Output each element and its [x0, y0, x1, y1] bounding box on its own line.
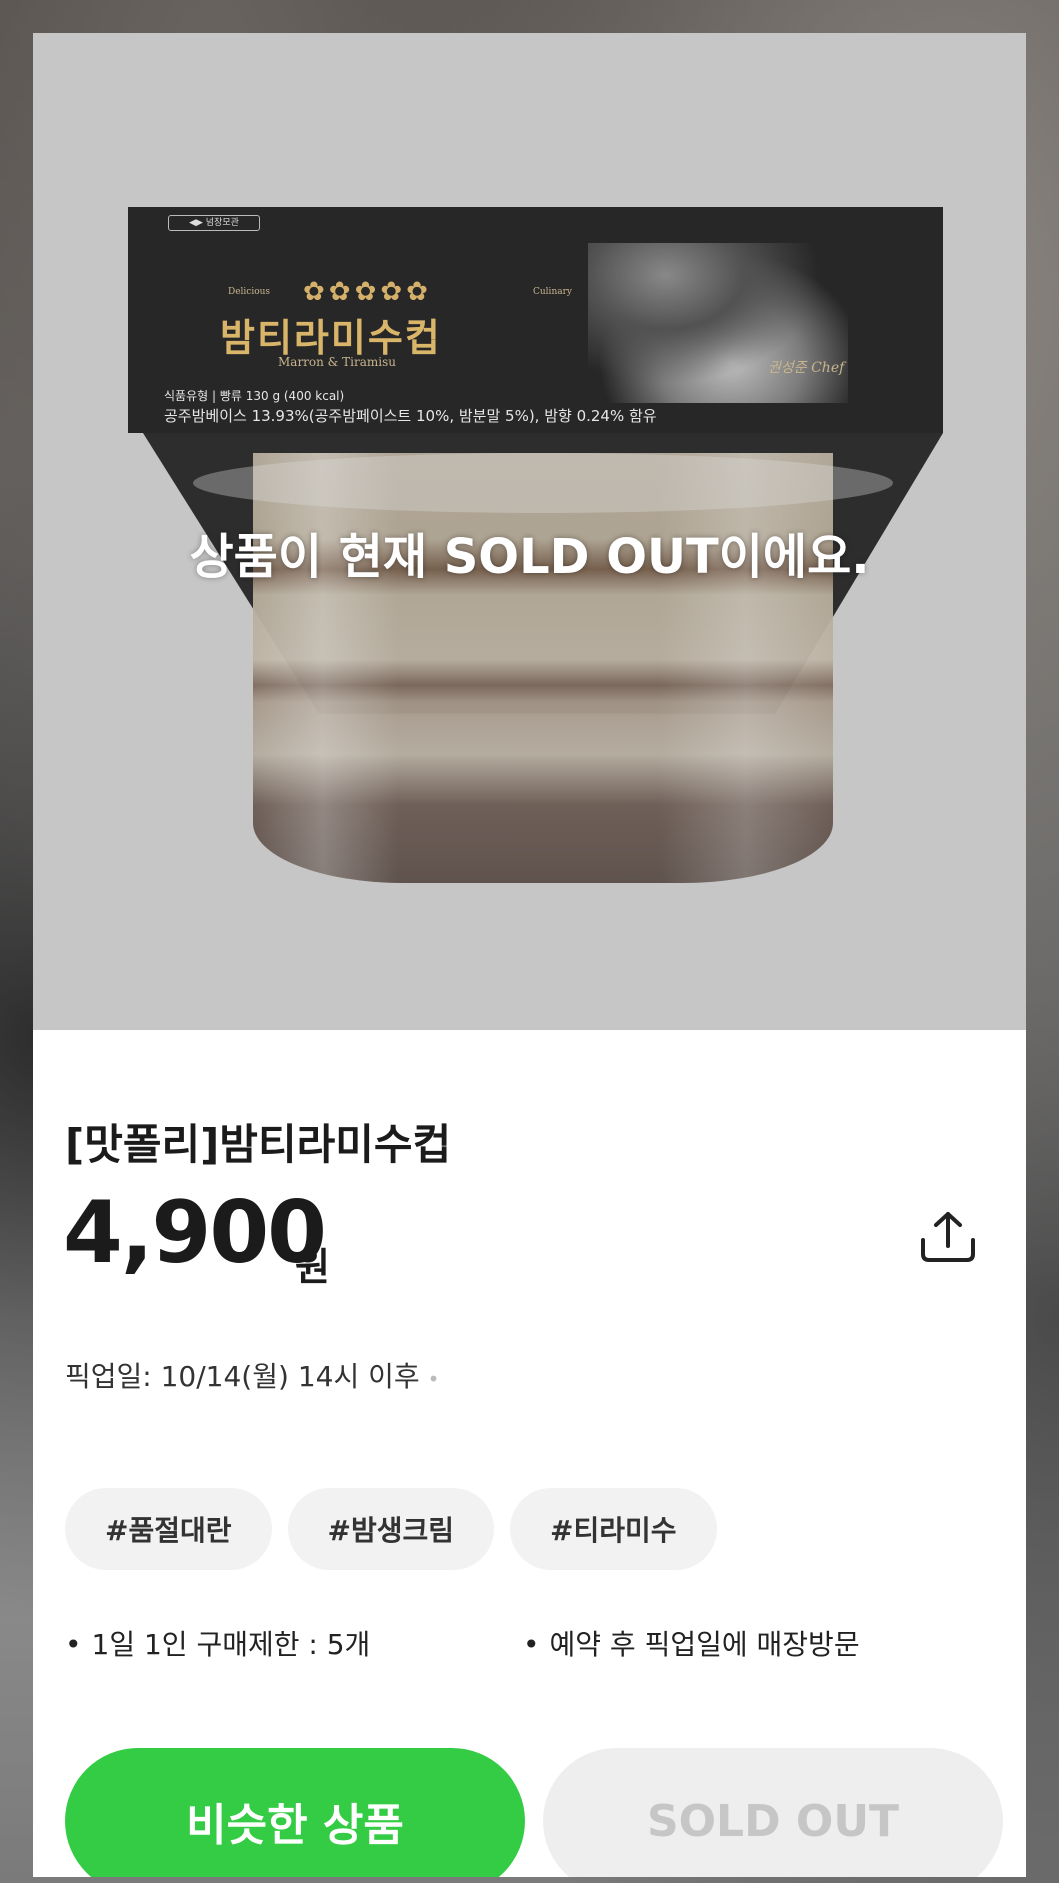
product-label: ◀▶ 넘장모관 Delicious ✿✿✿✿✿ Culinary 밤티라미수컵 …: [128, 207, 943, 433]
sold-out-overlay-text: 상품이 현재 SOLD OUT이에요.: [189, 529, 870, 585]
label-info-line1: 식품유형 | 빵류 130 g (400 kcal): [164, 389, 345, 403]
bullet: •: [65, 1628, 82, 1661]
label-info-line2: 공주밤베이스 13.93%(공주밤페이스트 10%, 밤분말 5%), 밤향 0…: [164, 407, 657, 425]
tag-pumjeol[interactable]: #품절대란: [65, 1488, 272, 1570]
purchase-limit-note: • 1일 1인 구매제한 : 5개: [65, 1623, 370, 1663]
tag-bamsaengkeurim[interactable]: #밤생크림: [287, 1488, 495, 1570]
product-card: ◀▶ 넘장모관 Delicious ✿✿✿✿✿ Culinary 밤티라미수컵 …: [33, 33, 1026, 1877]
product-title: [맛폴리]밤티라미수컵: [65, 1120, 452, 1169]
visit-note: • 예약 후 픽업일에 매장방문: [523, 1623, 860, 1663]
label-flowers: ✿✿✿✿✿: [303, 277, 432, 307]
label-title: 밤티라미수컵: [220, 316, 442, 360]
similar-products-button[interactable]: 비슷한 상품: [65, 1748, 525, 1877]
price-unit: 원: [295, 1245, 330, 1289]
visit-text: 예약 후 픽업일에 매장방문: [549, 1628, 860, 1661]
label-signature: 권성준 Chef: [768, 360, 845, 376]
tag-list: #품절대란 #밤생크림 #티라미수: [65, 1488, 717, 1570]
share-icon: [921, 1212, 975, 1262]
share-button[interactable]: [913, 1203, 983, 1273]
purchase-limit-text: 1일 1인 구매제한 : 5개: [91, 1628, 371, 1661]
chef-photo: [588, 243, 848, 403]
product-price: 4,900: [63, 1183, 327, 1283]
pickup-dot: •: [427, 1367, 440, 1391]
pickup-info: 픽업일: 10/14(월) 14시 이후 •: [65, 1355, 439, 1395]
cup-lid: [193, 453, 893, 513]
bullet: •: [523, 1628, 540, 1661]
label-deco-left: Delicious: [228, 287, 271, 297]
tag-tiramisu[interactable]: #티라미수: [510, 1488, 717, 1570]
sold-out-button: SOLD OUT: [543, 1748, 1003, 1877]
pickup-date: 픽업일: 10/14(월) 14시 이후: [65, 1360, 420, 1393]
product-image: ◀▶ 넘장모관 Delicious ✿✿✿✿✿ Culinary 밤티라미수컵 …: [33, 33, 1026, 1030]
label-deco-right: Culinary: [533, 287, 572, 297]
label-brand: ◀▶ 넘장모관: [168, 215, 260, 231]
label-subtitle: Marron & Tiramisu: [278, 355, 397, 369]
